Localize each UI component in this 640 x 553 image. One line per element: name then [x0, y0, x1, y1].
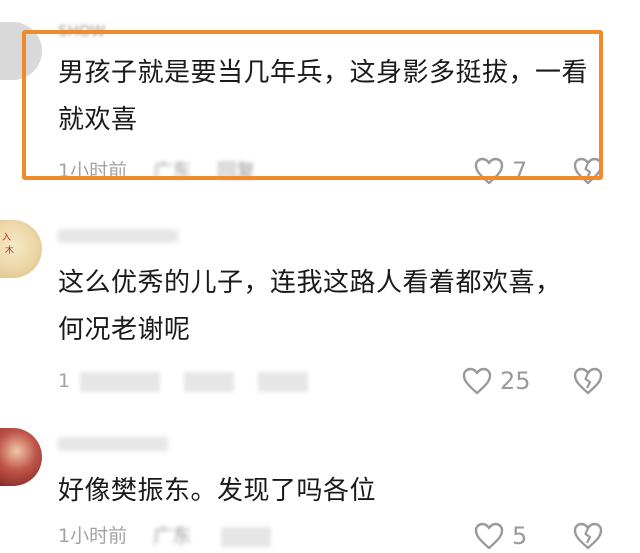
- comment-meta: 1小时前 广东: [58, 521, 272, 551]
- reply-button[interactable]: 回复: [217, 156, 255, 186]
- comment-time: 1: [58, 370, 71, 392]
- comment-location: 广东: [153, 160, 192, 182]
- heart-outline-icon: [474, 522, 504, 550]
- comment-text: 好像樊振东。发现了吗各位: [58, 476, 377, 506]
- comment-text: 男孩子就是要当几年兵，这身影多挺拔，一看就欢喜: [58, 58, 589, 135]
- like-count: 5: [512, 522, 528, 550]
- heart-outline-icon: [462, 367, 492, 395]
- comment-meta: 1: [58, 366, 309, 396]
- avatar[interactable]: [0, 22, 42, 80]
- comment-item: 好像樊振东。发现了吗各位 1小时前 广东 5: [0, 400, 640, 551]
- like-button[interactable]: 25: [462, 364, 531, 398]
- reply-button[interactable]: [258, 371, 309, 392]
- like-button[interactable]: 7: [474, 154, 527, 188]
- reply-button[interactable]: [221, 526, 272, 547]
- like-count: 7: [512, 157, 528, 185]
- broken-heart-icon: [572, 157, 604, 185]
- comment-time: 1小时前: [58, 525, 128, 547]
- dislike-button[interactable]: [572, 519, 604, 553]
- comment-item: SHOW 男孩子就是要当几年兵，这身影多挺拔，一看就欢喜 1小时前 广东 回复 7: [0, 0, 640, 190]
- username[interactable]: SHOW: [58, 22, 105, 40]
- username[interactable]: [58, 434, 168, 452]
- comment-meta: 1小时前 广东 回复: [58, 156, 255, 186]
- username[interactable]: [58, 226, 178, 244]
- comment-text: 这么优秀的儿子，连我这路人看着都欢喜，何况老谢呢: [58, 268, 562, 345]
- avatar[interactable]: [0, 428, 42, 486]
- heart-outline-icon: [474, 157, 504, 185]
- comment-item: 入 木 这么优秀的儿子，连我这路人看着都欢喜，何况老谢呢 1 25: [0, 190, 640, 400]
- dislike-button[interactable]: [572, 364, 604, 398]
- comment-location: 广东: [153, 525, 192, 547]
- broken-heart-icon: [572, 522, 604, 550]
- like-count: 25: [500, 367, 531, 395]
- dislike-button[interactable]: [572, 154, 604, 188]
- broken-heart-icon: [572, 367, 604, 395]
- avatar[interactable]: 入 木: [0, 220, 42, 278]
- like-button[interactable]: 5: [474, 519, 527, 553]
- comment-time: 1小时前: [58, 160, 128, 182]
